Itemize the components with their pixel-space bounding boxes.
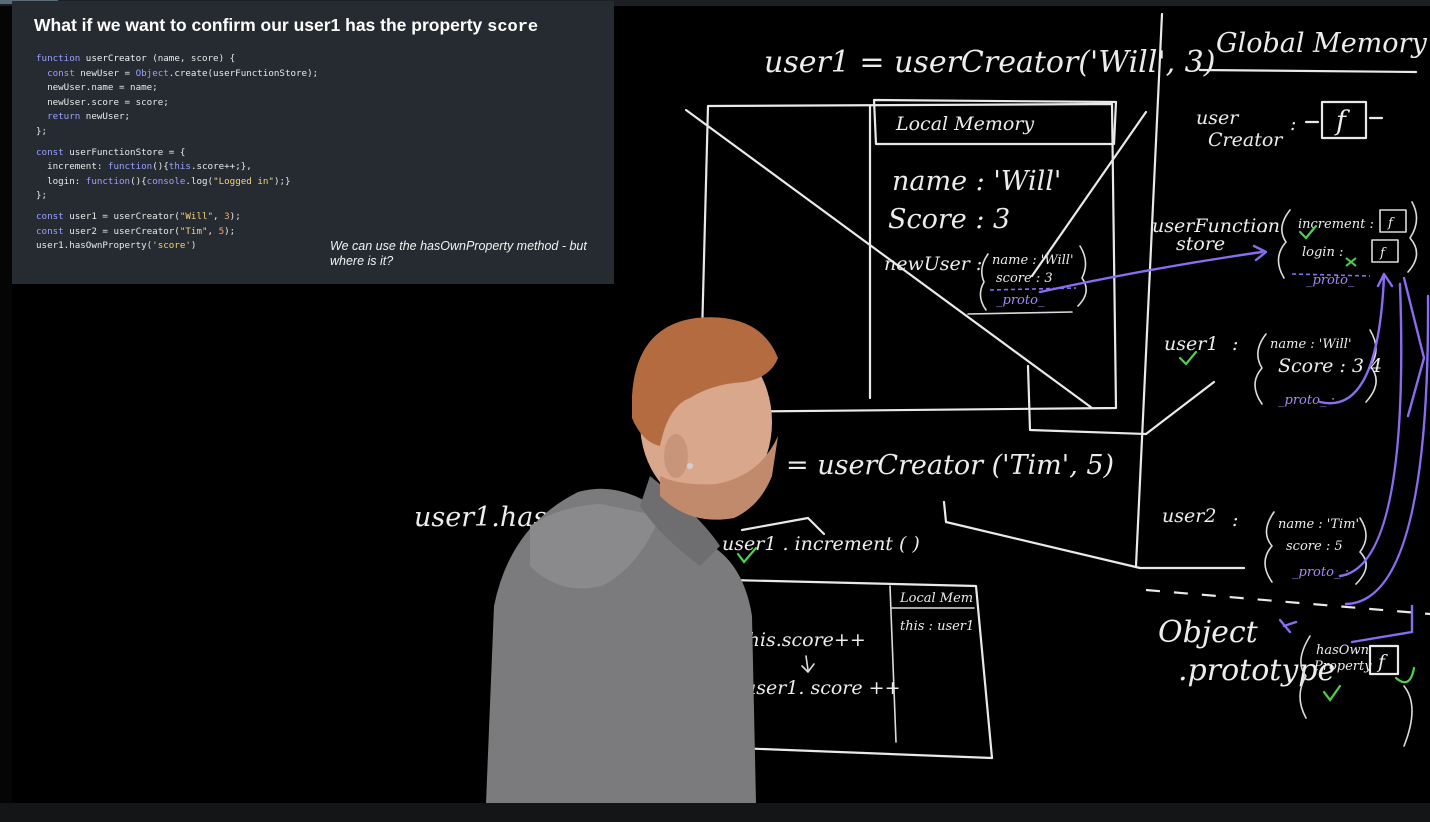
code-block: function userCreator (name, score) { con… bbox=[36, 52, 318, 254]
code-token: , bbox=[207, 225, 219, 237]
code-line: increment: function(){this.score++;}, bbox=[36, 160, 318, 175]
slide-title: What if we want to confirm our user1 has… bbox=[34, 15, 538, 37]
slide-title-text: What if we want to confirm our user1 has… bbox=[34, 15, 488, 35]
code-token: user1.hasOwnProperty( bbox=[36, 240, 153, 252]
code-token: login: bbox=[36, 175, 86, 187]
code-token: const bbox=[36, 146, 70, 158]
code-line: return newUser; bbox=[36, 110, 318, 125]
code-line: const userFunctionStore = { bbox=[36, 146, 318, 161]
code-token: const bbox=[36, 210, 70, 222]
code-token: );} bbox=[273, 175, 291, 187]
code-token: Object bbox=[135, 67, 169, 79]
code-token: user2 = userCreator( bbox=[69, 225, 180, 237]
code-token: userFunctionStore = { bbox=[69, 146, 186, 158]
code-line: login: function(){console.log("Logged in… bbox=[36, 175, 318, 190]
code-token: .log( bbox=[185, 175, 214, 187]
code-token: function bbox=[85, 175, 131, 187]
code-token: .create(userFunctionStore); bbox=[168, 67, 319, 79]
player-bottom-bar bbox=[0, 803, 1430, 822]
code-token: newUser = bbox=[80, 67, 136, 79]
code-token: const bbox=[36, 225, 70, 237]
code-token: ); bbox=[224, 225, 236, 237]
code-token: "Will" bbox=[179, 210, 214, 222]
code-token: .score++;}, bbox=[190, 161, 252, 173]
code-token: return bbox=[36, 111, 86, 123]
code-token: }; bbox=[36, 190, 48, 202]
code-line: const user2 = userCreator("Tim", 5); bbox=[36, 225, 318, 240]
code-token: ); bbox=[229, 210, 241, 222]
code-line: newUser.score = score; bbox=[36, 96, 318, 111]
code-token: ) bbox=[190, 240, 197, 252]
code-line: function userCreator (name, score) { bbox=[36, 52, 318, 67]
code-line: const user1 = userCreator("Will", 3); bbox=[36, 210, 318, 225]
code-token: newUser.name = name; bbox=[36, 82, 158, 94]
code-token: , bbox=[213, 210, 225, 222]
code-token: (){ bbox=[152, 161, 169, 173]
code-token: }; bbox=[36, 125, 48, 137]
code-token: increment: bbox=[36, 161, 108, 173]
code-line: newUser.name = name; bbox=[36, 81, 318, 96]
code-token: console bbox=[146, 175, 186, 187]
slide-overlay: What if we want to confirm our user1 has… bbox=[12, 1, 614, 284]
code-token: newUser; bbox=[85, 111, 131, 123]
code-token: function bbox=[36, 53, 86, 64]
code-token: userCreator bbox=[85, 53, 147, 64]
code-token: "Logged in" bbox=[213, 175, 274, 187]
code-token: const bbox=[36, 67, 81, 79]
code-token: user1 = userCreator( bbox=[69, 210, 180, 222]
code-token: function bbox=[107, 161, 153, 173]
code-token: newUser.score = score; bbox=[36, 96, 169, 108]
slide-note: We can use the hasOwnProperty method - b… bbox=[330, 239, 587, 268]
slide-title-code: score bbox=[487, 18, 539, 37]
code-line: }; bbox=[36, 189, 318, 204]
code-line: user1.hasOwnProperty('score') bbox=[36, 239, 318, 254]
code-token: 'score' bbox=[152, 240, 191, 252]
code-token: (name, score) { bbox=[146, 53, 236, 64]
code-line: }; bbox=[36, 125, 318, 140]
code-line: const newUser = Object.create(userFuncti… bbox=[36, 67, 318, 82]
code-token: "Tim" bbox=[179, 225, 208, 237]
code-token: (){ bbox=[130, 175, 147, 187]
left-edge bbox=[0, 6, 12, 803]
code-token: this bbox=[168, 161, 191, 173]
